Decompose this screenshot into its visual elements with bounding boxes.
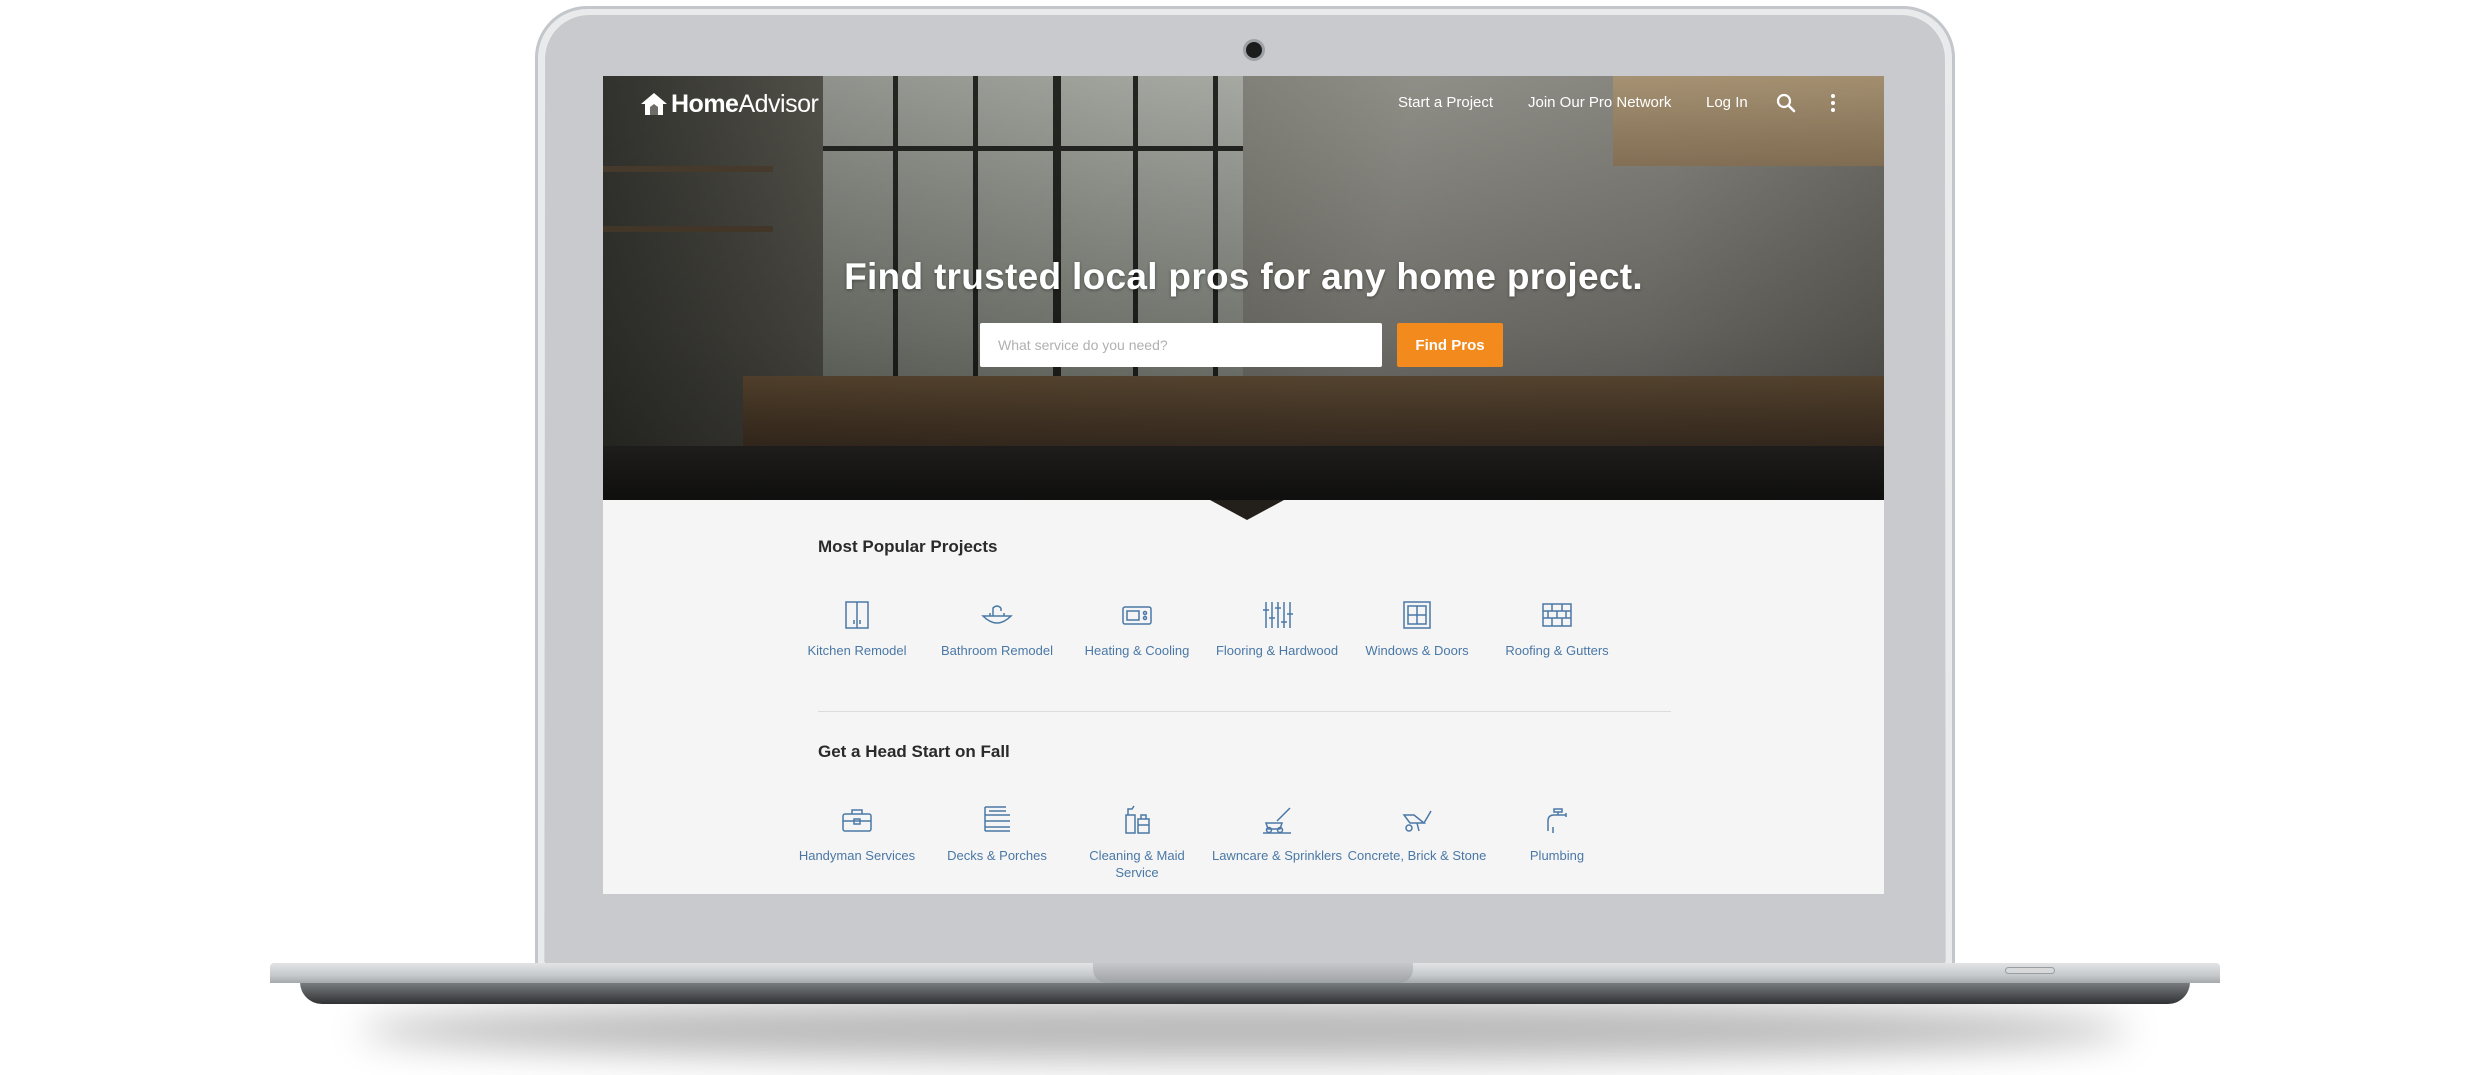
hero-pointer-arrow — [1210, 500, 1284, 520]
tile-label: Kitchen Remodel — [807, 643, 907, 658]
find-pros-button[interactable]: Find Pros — [1397, 323, 1503, 367]
top-nav: Home Advisor Start a Project Join Our Pro… — [603, 76, 1884, 132]
tile-label: Bathroom Remodel — [941, 643, 1053, 658]
search-icon[interactable] — [1775, 92, 1797, 114]
project-tile-decks[interactable]: Decks & Porches — [927, 803, 1067, 864]
house-logo-icon — [641, 93, 667, 115]
hero-headline: Find trusted local pros for any home pro… — [844, 256, 1643, 297]
vertical-dots-icon[interactable] — [1822, 92, 1844, 114]
laptop-base-bottom — [300, 982, 2190, 1004]
project-tile-roofing[interactable]: Roofing & Gutters — [1487, 598, 1627, 659]
screen: Home Advisor Start a Project Join Our Pro… — [603, 76, 1884, 894]
tile-label: Windows & Doors — [1365, 643, 1469, 658]
tile-label: Concrete, Brick & Stone — [1347, 848, 1487, 863]
project-tile-plumbing[interactable]: Plumbing — [1487, 803, 1627, 864]
tile-label: Decks & Porches — [947, 848, 1047, 863]
homeadvisor-logo[interactable]: Home Advisor — [639, 88, 819, 120]
laptop-shadow — [360, 1000, 2130, 1060]
tile-label: Flooring & Hardwood — [1215, 643, 1339, 658]
tile-label: Heating & Cooling — [1084, 643, 1190, 658]
sink-icon — [981, 605, 1013, 624]
project-tile-bathroom[interactable]: Bathroom Remodel — [927, 598, 1067, 659]
lawnmower-icon — [1263, 807, 1291, 834]
tile-label: Plumbing — [1529, 848, 1585, 863]
tile-label: Handyman Services — [798, 848, 916, 863]
window-icon — [1403, 601, 1431, 629]
project-tile-lawncare[interactable]: Lawncare & Sprinklers — [1207, 803, 1347, 864]
project-tile-concrete[interactable]: Concrete, Brick & Stone — [1347, 803, 1487, 864]
brick-icon — [1542, 603, 1572, 627]
service-search-input[interactable] — [980, 323, 1382, 367]
nav-start-project[interactable]: Start a Project — [1398, 94, 1493, 111]
nav-join-pro-network[interactable]: Join Our Pro Network — [1528, 94, 1671, 111]
deck-icon — [984, 806, 1010, 832]
project-tile-flooring[interactable]: Flooring & Hardwood — [1207, 598, 1347, 659]
section-divider — [818, 711, 1671, 712]
cleaning-bottles-icon — [1125, 805, 1150, 834]
tile-label: Roofing & Gutters — [1505, 643, 1609, 658]
flooring-icon — [1263, 602, 1293, 628]
project-tile-kitchen[interactable]: Kitchen Remodel — [787, 598, 927, 659]
tile-label: Cleaning & Maid Service — [1089, 848, 1185, 880]
laptop-indicator — [2005, 967, 2055, 974]
toolbox-icon — [842, 809, 872, 832]
laptop-notch — [1093, 963, 1413, 983]
popular-projects-title: Most Popular Projects — [818, 537, 998, 556]
furnace-icon — [1122, 606, 1152, 625]
nav-log-in[interactable]: Log In — [1706, 94, 1748, 111]
project-tile-heating[interactable]: Heating & Cooling — [1067, 598, 1207, 659]
project-tile-handyman[interactable]: Handyman Services — [787, 803, 927, 864]
camera — [1246, 42, 1262, 58]
fall-projects-title: Get a Head Start on Fall — [818, 742, 1010, 761]
logo-text-bold: Home — [671, 89, 739, 118]
cabinet-icon — [845, 601, 869, 629]
faucet-icon — [1547, 808, 1567, 833]
logo-text-light: Advisor — [738, 89, 819, 118]
project-tile-cleaning[interactable]: Cleaning & Maid Service — [1067, 803, 1207, 881]
wheelbarrow-icon — [1402, 810, 1432, 832]
hero-banner: Home Advisor Start a Project Join Our Pro… — [603, 76, 1884, 500]
tile-label: Lawncare & Sprinklers — [1211, 848, 1343, 863]
project-tile-windows[interactable]: Windows & Doors — [1347, 598, 1487, 659]
